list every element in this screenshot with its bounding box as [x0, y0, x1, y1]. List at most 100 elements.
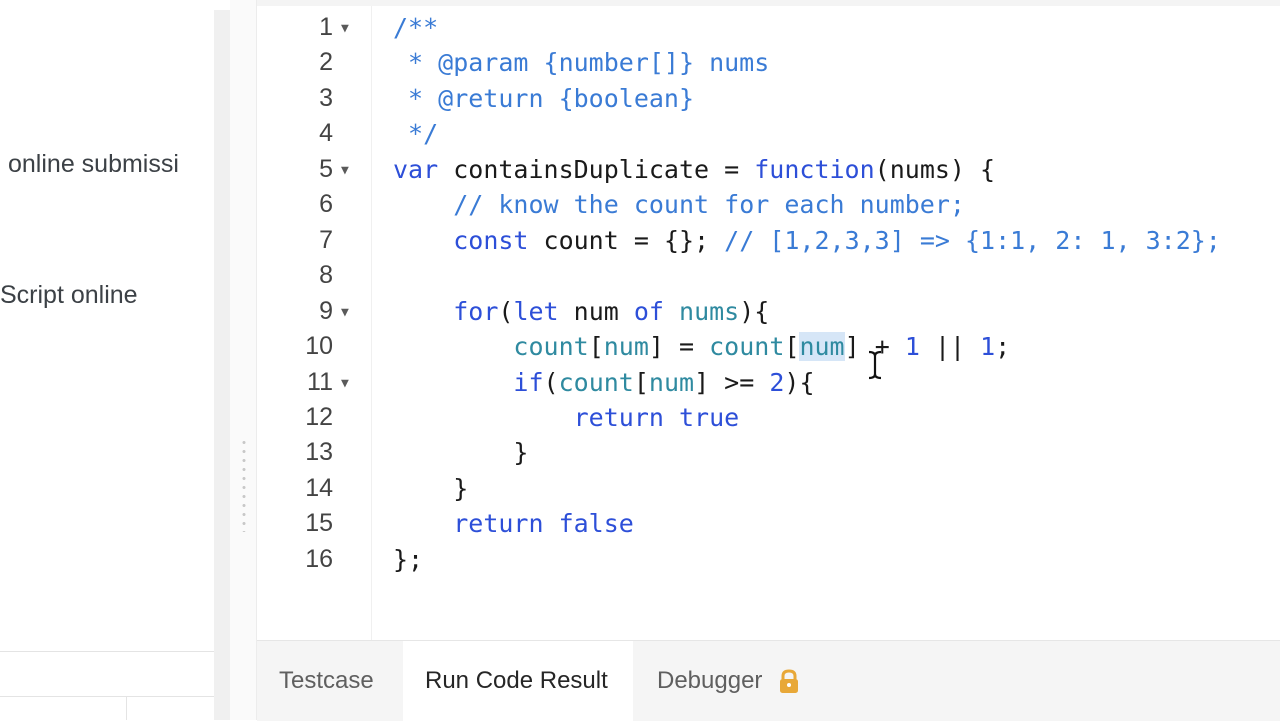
code-text: }	[393, 471, 468, 506]
code-token: // [1,2,3,3] => {1:1, 2: 1, 3:2};	[724, 225, 1221, 255]
code-token: 2	[769, 367, 785, 397]
code-token: };	[393, 544, 424, 574]
code-text: }	[393, 435, 528, 470]
code-token: // know the count for each number;	[453, 190, 965, 220]
code-line[interactable]: 8	[257, 258, 1280, 293]
tab-label: Testcase	[279, 667, 374, 694]
code-token: ||	[919, 332, 981, 362]
code-token: num	[799, 332, 845, 362]
code-token: [	[633, 367, 649, 397]
code-token: [	[784, 332, 800, 362]
code-token: ){	[739, 296, 770, 326]
lock-icon	[776, 668, 802, 694]
code-token: ] >=	[694, 367, 770, 397]
code-token: ] =	[648, 332, 710, 362]
line-number: 5	[319, 154, 333, 183]
code-token: 1	[904, 332, 920, 362]
tab-label: Run Code Result	[425, 667, 608, 694]
code-line[interactable]: 16};	[257, 542, 1280, 577]
code-token: (	[498, 296, 514, 326]
code-line[interactable]: 2 * @param {number[]} nums	[257, 45, 1280, 80]
code-text: count[num] = count[num] + 1 || 1;	[393, 329, 1010, 364]
code-line[interactable]: 11 ▼ if(count[num] >= 2){	[257, 365, 1280, 400]
code-text: };	[393, 542, 423, 577]
panel-splitter[interactable]	[230, 0, 258, 720]
code-token: of	[633, 296, 680, 326]
code-text: // know the count for each number;	[393, 187, 965, 222]
code-line[interactable]: 7 const count = {}; // [1,2,3,3] => {1:1…	[257, 223, 1280, 258]
line-number: 1	[319, 13, 333, 41]
code-text: for(let num of nums){	[393, 294, 769, 329]
fold-toggle-icon[interactable]: ▼	[341, 295, 349, 330]
divider	[0, 696, 214, 697]
code-line[interactable]: 15 return false	[257, 506, 1280, 541]
line-number: 12	[305, 402, 333, 431]
fold-toggle-icon[interactable]: ▼	[341, 11, 349, 46]
code-text: const count = {}; // [1,2,3,3] => {1:1, …	[393, 223, 1221, 258]
tab-testcase[interactable]: Testcase	[257, 641, 396, 721]
code-line[interactable]: 3 * @return {boolean}	[257, 81, 1280, 116]
code-line[interactable]: 6 // know the count for each number;	[257, 187, 1280, 222]
code-line[interactable]: 12 return true	[257, 400, 1280, 435]
code-token: return	[573, 402, 679, 432]
code-token: */	[393, 119, 439, 149]
code-text: return true	[393, 400, 740, 435]
code-token: for	[453, 296, 499, 326]
code-line[interactable]: 9 ▼ for(let num of nums){	[257, 294, 1280, 329]
tab-label: Debugger	[657, 667, 763, 694]
code-token: num	[603, 332, 649, 362]
code-line[interactable]: 4 */	[257, 116, 1280, 151]
line-number: 14	[305, 473, 333, 502]
description-text: Script online	[0, 281, 138, 309]
line-number: 2	[319, 48, 333, 77]
code-text: var containsDuplicate = function(nums) {	[393, 152, 995, 187]
tab-run-code-result[interactable]: Run Code Result	[403, 641, 633, 721]
code-line[interactable]: 13 }	[257, 435, 1280, 470]
code-token: false	[558, 509, 634, 539]
code-text: * @return {boolean}	[393, 81, 694, 116]
line-number: 7	[319, 225, 333, 254]
code-token: ;	[995, 332, 1011, 362]
code-token: count	[558, 367, 634, 397]
code-text: return false	[393, 506, 634, 541]
code-token: }	[393, 473, 469, 503]
line-number: 16	[305, 544, 333, 573]
code-token: }	[393, 438, 529, 468]
fold-toggle-icon[interactable]: ▼	[341, 366, 349, 401]
fold-toggle-icon[interactable]: ▼	[341, 153, 349, 188]
code-token: var	[393, 154, 454, 184]
code-token: let	[513, 296, 574, 326]
code-token: (	[543, 367, 559, 397]
code-token: containsDuplicate =	[453, 154, 755, 184]
panel-scrollbar[interactable]	[214, 10, 230, 720]
description-panel: online submissi Script online	[0, 0, 214, 720]
tab-debugger[interactable]: Debugger	[635, 641, 824, 721]
line-number: 8	[319, 261, 333, 290]
code-line[interactable]: 1 ▼ /**	[257, 10, 1280, 45]
code-editor[interactable]: 1 ▼/** 2 * @param {number[]} nums 3 * @retu…	[257, 6, 1280, 640]
code-token: /**	[393, 13, 439, 42]
code-token: return	[453, 509, 559, 539]
line-number: 3	[319, 83, 333, 112]
code-token: count	[709, 332, 785, 362]
code-token: if	[513, 367, 544, 397]
code-line[interactable]: 14 }	[257, 471, 1280, 506]
code-token: function	[754, 154, 875, 184]
code-text: */	[393, 116, 438, 151]
drag-handle-icon[interactable]	[242, 438, 246, 532]
code-line[interactable]: 10 count[num] = count[num] + 1 || 1;	[257, 329, 1280, 364]
text-cursor-icon	[868, 350, 882, 380]
code-token: (nums) {	[874, 154, 996, 184]
code-token: 1	[980, 332, 996, 362]
line-number: 9	[319, 296, 333, 325]
code-token: true	[678, 402, 740, 432]
code-token: num	[648, 367, 695, 397]
line-number: 13	[305, 438, 333, 467]
code-line[interactable]: 5 ▼ var containsDuplicate = function(nums)…	[257, 152, 1280, 187]
